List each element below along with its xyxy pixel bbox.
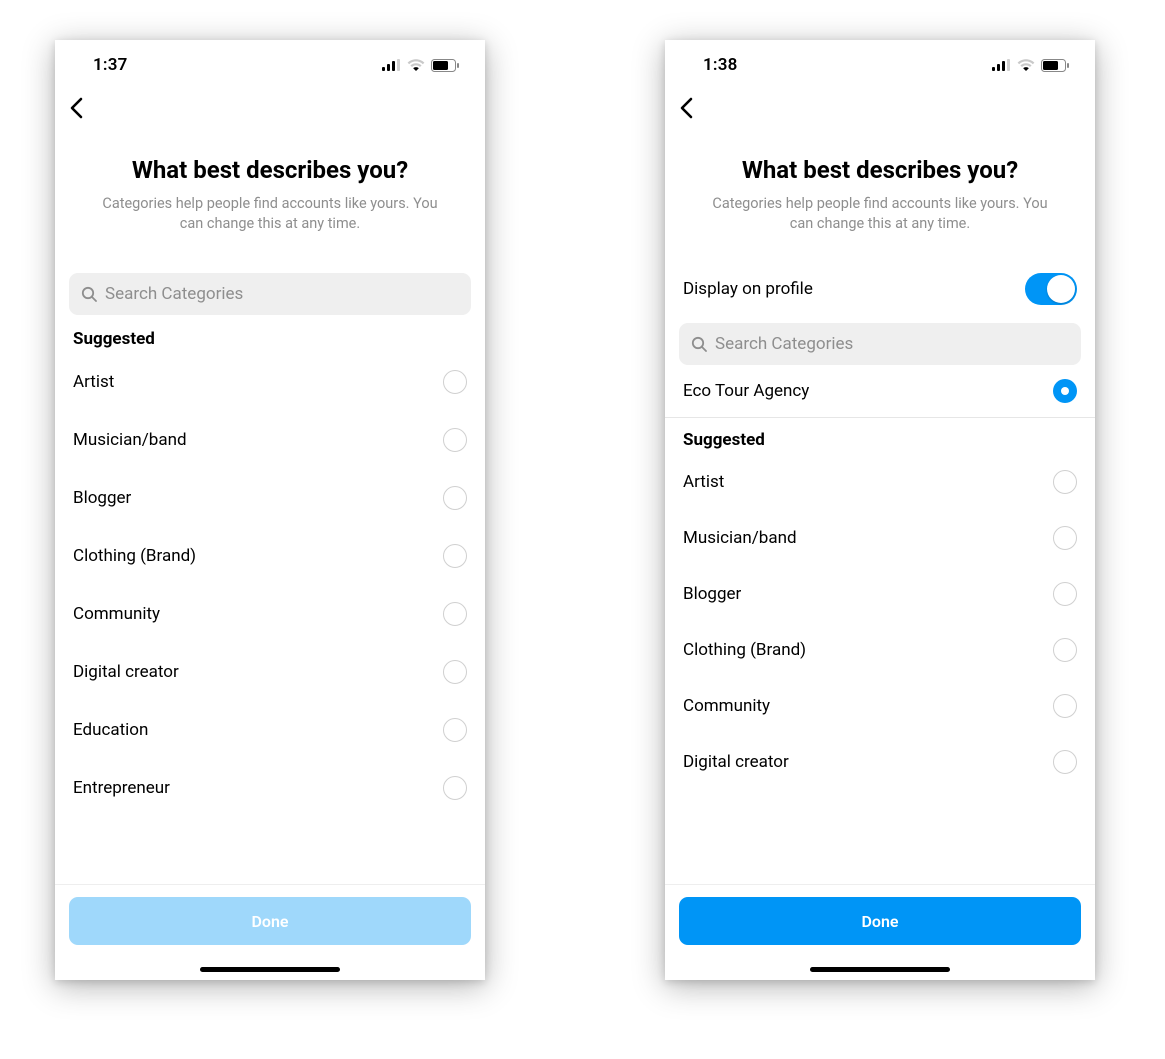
category-label: Entrepreneur	[73, 778, 170, 798]
back-button[interactable]	[69, 97, 83, 123]
category-label: Clothing (Brand)	[73, 546, 196, 566]
search-input[interactable]: Search Categories	[69, 273, 471, 315]
search-placeholder: Search Categories	[715, 334, 853, 354]
chevron-left-icon	[69, 97, 83, 119]
category-item[interactable]: Community	[55, 585, 485, 643]
status-bar: 1:37	[55, 40, 485, 90]
radio-unchecked-icon	[443, 718, 467, 742]
search-icon	[691, 336, 707, 352]
content-area: Display on profile Search Categories Eco…	[665, 273, 1095, 884]
status-bar: 1:38	[665, 40, 1095, 90]
radio-unchecked-icon	[1053, 694, 1077, 718]
display-on-profile-row: Display on profile	[665, 273, 1095, 323]
status-icons	[382, 59, 459, 72]
radio-unchecked-icon	[1053, 526, 1077, 550]
nav-bar	[55, 90, 485, 130]
radio-unchecked-icon	[1053, 470, 1077, 494]
category-list: Artist Musician/band Blogger Clothing (B…	[55, 353, 485, 817]
footer: Done	[665, 884, 1095, 963]
category-label: Community	[73, 604, 160, 624]
done-button[interactable]: Done	[679, 897, 1081, 945]
wifi-icon	[1017, 59, 1035, 71]
radio-unchecked-icon	[1053, 582, 1077, 606]
page-title: What best describes you?	[665, 156, 1095, 184]
radio-unchecked-icon	[443, 486, 467, 510]
search-input[interactable]: Search Categories	[679, 323, 1081, 365]
suggested-heading: Suggested	[55, 315, 485, 353]
suggested-heading: Suggested	[665, 417, 1095, 454]
category-item[interactable]: Clothing (Brand)	[665, 622, 1095, 678]
category-label: Education	[73, 720, 148, 740]
radio-unchecked-icon	[443, 776, 467, 800]
radio-unchecked-icon	[1053, 638, 1077, 662]
home-indicator[interactable]	[200, 967, 340, 972]
chevron-left-icon	[679, 97, 693, 119]
radio-unchecked-icon	[443, 660, 467, 684]
cellular-icon	[992, 59, 1011, 71]
home-indicator[interactable]	[810, 967, 950, 972]
category-item[interactable]: Digital creator	[55, 643, 485, 701]
radio-unchecked-icon	[1053, 750, 1077, 774]
category-label: Artist	[683, 472, 724, 492]
category-item[interactable]: Musician/band	[55, 411, 485, 469]
footer: Done	[55, 884, 485, 963]
category-label: Digital creator	[73, 662, 179, 682]
radio-checked-icon	[1053, 379, 1077, 403]
category-item[interactable]: Blogger	[665, 566, 1095, 622]
category-label: Musician/band	[683, 528, 797, 548]
category-item[interactable]: Artist	[55, 353, 485, 411]
battery-icon	[431, 59, 459, 72]
page-subtitle: Categories help people find accounts lik…	[665, 194, 1095, 235]
phone-screen-right: 1:38 What best describes you? Categories…	[665, 40, 1095, 980]
page-subtitle: Categories help people find accounts lik…	[55, 194, 485, 235]
wifi-icon	[407, 59, 425, 71]
category-item[interactable]: Digital creator	[665, 734, 1095, 790]
search-icon	[81, 286, 97, 302]
radio-unchecked-icon	[443, 544, 467, 568]
done-button-label: Done	[251, 912, 288, 931]
nav-bar	[665, 90, 1095, 130]
category-item[interactable]: Education	[55, 701, 485, 759]
cellular-icon	[382, 59, 401, 71]
search-placeholder: Search Categories	[105, 284, 243, 304]
category-label: Community	[683, 696, 770, 716]
category-label: Blogger	[683, 584, 741, 604]
selected-category-row[interactable]: Eco Tour Agency	[665, 365, 1095, 417]
content-area: Search Categories Suggested Artist Music…	[55, 273, 485, 884]
category-item[interactable]: Blogger	[55, 469, 485, 527]
category-item[interactable]: Community	[665, 678, 1095, 734]
category-item[interactable]: Musician/band	[665, 510, 1095, 566]
category-item[interactable]: Artist	[665, 454, 1095, 510]
battery-icon	[1041, 59, 1069, 72]
phone-screen-left: 1:37 What best describes you? Categories…	[55, 40, 485, 980]
page-title: What best describes you?	[55, 156, 485, 184]
category-item[interactable]: Entrepreneur	[55, 759, 485, 817]
status-icons	[992, 59, 1069, 72]
done-button-label: Done	[861, 912, 898, 931]
selected-category-label: Eco Tour Agency	[683, 381, 809, 401]
display-on-profile-label: Display on profile	[683, 279, 813, 299]
back-button[interactable]	[679, 97, 693, 123]
radio-unchecked-icon	[443, 370, 467, 394]
category-label: Clothing (Brand)	[683, 640, 806, 660]
category-label: Digital creator	[683, 752, 789, 772]
status-time: 1:37	[93, 55, 128, 75]
category-label: Musician/band	[73, 430, 187, 450]
radio-unchecked-icon	[443, 428, 467, 452]
category-label: Blogger	[73, 488, 131, 508]
category-label: Artist	[73, 372, 114, 392]
status-time: 1:38	[703, 55, 738, 75]
category-list: Artist Musician/band Blogger Clothing (B…	[665, 454, 1095, 790]
radio-unchecked-icon	[443, 602, 467, 626]
display-on-profile-toggle[interactable]	[1025, 273, 1077, 305]
category-item[interactable]: Clothing (Brand)	[55, 527, 485, 585]
done-button[interactable]: Done	[69, 897, 471, 945]
